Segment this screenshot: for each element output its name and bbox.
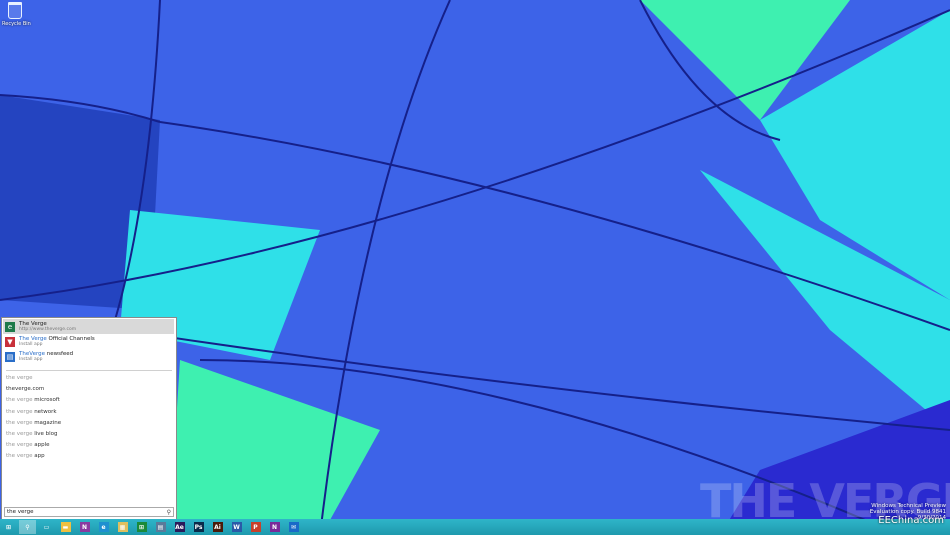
search-suggestion[interactable]: the verge network xyxy=(2,407,176,418)
file-explorer-icon: ▬ xyxy=(60,522,71,532)
suggestion-query: the verge xyxy=(6,453,33,460)
desktop-app-icon: ▤ xyxy=(155,522,166,532)
suggestion-completion: magazine xyxy=(32,419,62,426)
suggestion-query: the verge xyxy=(6,397,33,404)
app-result-subtitle: Install app xyxy=(19,356,43,362)
onenote-2-icon: N xyxy=(269,522,280,532)
app-result-title-match: The Verge xyxy=(19,335,47,342)
search-suggestion[interactable]: theverge.com xyxy=(2,384,176,395)
task-view-button[interactable]: ▭ xyxy=(38,520,55,534)
app-results: e The Verge http://www.theverge.com ▼ The Ve… xyxy=(2,319,176,364)
internet-explorer-button[interactable]: e xyxy=(95,520,112,534)
app-result-title-rest: Official Channels xyxy=(46,335,95,342)
search-icon: ⚲ xyxy=(25,523,30,531)
app-result-text: The Verge http://www.theverge.com xyxy=(19,321,76,333)
task-view-icon: ▭ xyxy=(43,523,50,531)
app-result-subtitle: Install app xyxy=(19,341,43,347)
illustrator-icon: Ai xyxy=(212,522,223,532)
suggestion-query: the verge xyxy=(6,430,33,437)
powerpoint-button[interactable]: P xyxy=(247,520,264,534)
suggestion-completion: network xyxy=(32,408,57,415)
suggestion-completion: theverge.com xyxy=(6,386,45,393)
suggestion-query: the verge xyxy=(6,442,33,449)
search-input[interactable] xyxy=(7,509,157,515)
after-effects-button[interactable]: Ae xyxy=(171,520,188,534)
internet-explorer-icon: e xyxy=(98,522,109,532)
app-result-text: TheVerge newsfeed Install app xyxy=(19,351,73,363)
magnifier-icon[interactable]: ⚲ xyxy=(167,509,171,516)
newsfeed-app-icon: ▤ xyxy=(5,351,15,362)
suggestion-query: the verge xyxy=(6,419,33,426)
app-result-subtitle: http://www.theverge.com xyxy=(19,326,77,332)
word-icon: W xyxy=(231,522,242,532)
search-suggestion[interactable]: the verge magazine xyxy=(2,418,176,429)
file-manager-icon: ▦ xyxy=(117,522,128,532)
app-result-1[interactable]: ▼ The Verge Official Channels Install app xyxy=(2,334,176,349)
app-result-title-match: TheVerge xyxy=(19,350,45,357)
taskbar: ⊞ ⚲ ▭ ▬ Ne ▦ ⊞ ▤ Ae Ps Ai W P N ✉ xyxy=(0,519,950,535)
search-suggestion[interactable]: the verge app xyxy=(2,451,176,462)
onenote-button[interactable]: N xyxy=(76,520,93,534)
mail-button[interactable]: ✉ xyxy=(285,520,302,534)
start-button[interactable]: ⊞ xyxy=(0,520,17,534)
powerpoint-icon: P xyxy=(250,522,261,532)
results-divider xyxy=(6,370,172,371)
app-result-title: TheVerge newsfeed xyxy=(19,351,73,357)
app-result-title: The Verge Official Channels xyxy=(19,336,95,342)
mail-icon: ✉ xyxy=(288,522,299,532)
suggestion-completion: app xyxy=(32,453,45,460)
store-icon: ⊞ xyxy=(136,522,147,532)
verge-app-icon: ▼ xyxy=(5,336,15,347)
credit-watermark: EEChina.com xyxy=(878,515,944,526)
file-manager-button[interactable]: ▦ xyxy=(114,520,131,534)
suggestion-completion: microsoft xyxy=(32,397,60,404)
suggestion-completion: apple xyxy=(32,442,50,449)
search-suggestion[interactable]: the verge live blog xyxy=(2,429,176,440)
search-suggestion[interactable]: the verge xyxy=(2,373,176,384)
after-effects-icon: Ae xyxy=(174,522,185,532)
photoshop-icon: Ps xyxy=(193,522,204,532)
search-box[interactable]: ⚲ xyxy=(4,507,174,517)
search-panel: e The Verge http://www.theverge.com ▼ The Ve… xyxy=(1,317,177,520)
recycle-bin-shortcut[interactable]: Recycle Bin xyxy=(2,2,31,27)
word-button[interactable]: W xyxy=(228,520,245,534)
search-suggestion[interactable]: the verge microsoft xyxy=(2,395,176,406)
search-suggestions: the verge theverge.com the verge microsoft… xyxy=(2,373,176,463)
start-icon: ⊞ xyxy=(5,523,12,531)
onenote-2-button[interactable]: N xyxy=(266,520,283,534)
illustrator-button[interactable]: Ai xyxy=(209,520,226,534)
app-result-text: The Verge Official Channels Install app xyxy=(19,336,95,348)
internet-explorer-icon: e xyxy=(5,321,15,332)
search-suggestion[interactable]: the verge apple xyxy=(2,440,176,451)
onenote-icon: N xyxy=(79,522,90,532)
suggestion-query: the verge xyxy=(6,408,33,415)
search-button[interactable]: ⚲ xyxy=(19,520,36,534)
recycle-bin-icon xyxy=(8,2,22,19)
file-explorer-button[interactable]: ▬ xyxy=(57,520,74,534)
recycle-bin-label: Recycle Bin xyxy=(2,21,31,27)
app-result-0[interactable]: e The Verge http://www.theverge.com xyxy=(3,319,174,334)
photoshop-button[interactable]: Ps xyxy=(190,520,207,534)
app-result-2[interactable]: ▤ TheVerge newsfeed Install app xyxy=(2,349,176,364)
store-button[interactable]: ⊞ xyxy=(133,520,150,534)
suggestion-completion: live blog xyxy=(32,430,58,437)
app-result-title-rest: newsfeed xyxy=(45,350,74,357)
desktop-app-button[interactable]: ▤ xyxy=(152,520,169,534)
suggestion-query: the verge xyxy=(6,375,33,381)
